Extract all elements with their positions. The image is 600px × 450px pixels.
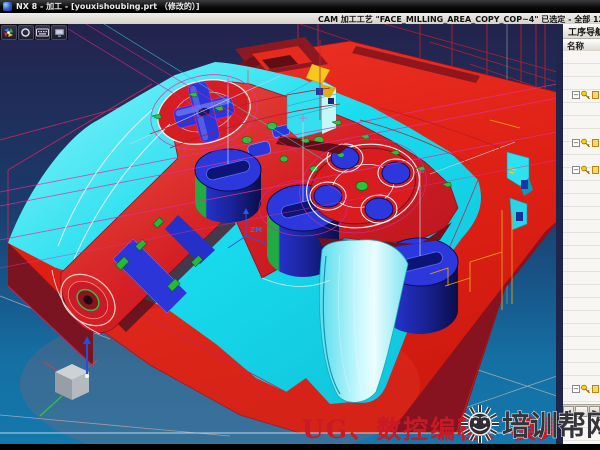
graphics-viewport[interactable]: ZM UG、数控编程、模具 <box>0 24 557 444</box>
watermark: 培训帮网 <box>458 402 600 450</box>
navigator-tree[interactable]: − − − − <box>563 51 600 444</box>
folder-icon <box>592 385 599 393</box>
expander-icon[interactable]: − <box>572 139 580 147</box>
circle-icon[interactable] <box>18 25 34 40</box>
expander-icon[interactable]: − <box>572 166 580 174</box>
sun-face-icon <box>461 405 499 443</box>
expander-icon[interactable]: − <box>572 385 580 393</box>
folder-icon <box>592 166 599 174</box>
window-title: NX 8 - 加工 - [youxishoubing.prt （修改的）] <box>16 1 199 12</box>
title-bar: NX 8 - 加工 - [youxishoubing.prt （修改的）] <box>0 0 600 13</box>
folder-icon <box>592 139 599 147</box>
wcs-label: ZM <box>250 226 262 234</box>
operation-navigator-panel: 工序导航器 名称 − − − − ◄ ► <box>563 24 600 444</box>
key-icon <box>581 90 591 100</box>
nx-pinwheel-icon[interactable] <box>1 25 17 40</box>
tree-row[interactable]: − <box>572 137 599 149</box>
folder-icon <box>592 91 599 99</box>
viewport-toolbar <box>0 24 68 40</box>
key-icon <box>581 138 591 148</box>
expander-icon[interactable]: − <box>572 91 580 99</box>
tree-row[interactable]: − <box>572 383 599 395</box>
nx-logo-icon <box>3 2 12 11</box>
panel-splitter[interactable] <box>556 24 563 444</box>
tree-row[interactable]: − <box>572 164 599 176</box>
key-icon <box>581 165 591 175</box>
key-icon <box>581 384 591 394</box>
model-scene[interactable]: ZM UG、数控编程、模具 <box>0 24 557 444</box>
navigator-title: 工序导航器 <box>563 24 600 39</box>
keyboard-icon[interactable] <box>35 25 51 40</box>
monitor-icon[interactable] <box>51 25 67 40</box>
watermark-text: 培训帮网 <box>502 409 600 442</box>
tree-row[interactable]: − <box>572 89 599 101</box>
